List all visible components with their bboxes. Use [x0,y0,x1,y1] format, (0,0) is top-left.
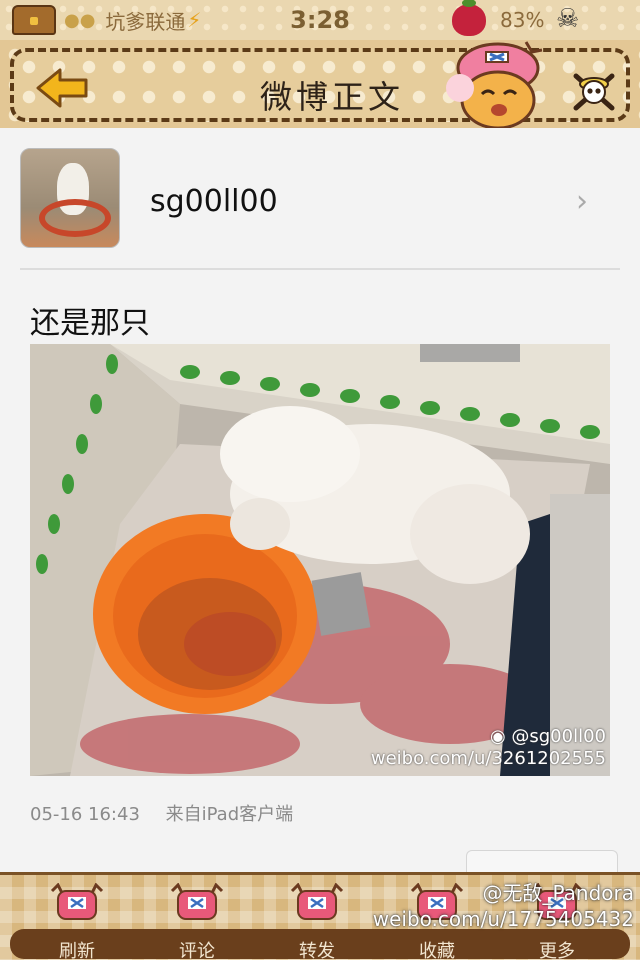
nav-frame: 微博正文 [10,41,630,130]
tab-repost[interactable]: 转发 [267,883,367,960]
page-title: 微博正文 [259,78,404,116]
chopper-hat-icon [170,883,224,920]
chopper-mascot-icon [442,38,546,132]
post-timestamp: 05-16 16:43 [30,804,140,825]
screenshot-watermark: @无敌_Pandora weibo.com/u/1775405432 [373,880,634,932]
tab-label: 转发 [299,941,335,960]
user-avatar[interactable] [20,148,120,248]
battery-percentage: 83% [500,8,545,32]
post-detail: sg00ll00 › 还是那只 ◉ @sg00ll00 weibo.com/u/… [0,128,640,880]
treasure-chest-icon [12,5,56,35]
tab-label: 收藏 [419,941,455,960]
tab-label: 更多 [539,941,575,960]
lightning-icon: ⚡ [187,8,202,32]
screenshot-watermark-url: weibo.com/u/1775405432 [372,907,634,931]
skull-battery-icon: ☠ [556,4,580,34]
photo-watermark-user: @sg00ll00 [371,726,606,748]
photo-watermark-url: weibo.com/u/3261202555 [370,748,606,769]
photo-watermark: @sg00ll00 weibo.com/u/3261202555 [371,726,606,770]
post-username[interactable]: sg00ll00 [150,184,278,219]
photo-rabbit-in-basin [30,344,610,776]
chopper-hat-icon [290,883,344,920]
coins-icon: ●● [64,9,96,31]
screenshot-watermark-user: @无敌_Pandora [482,881,634,905]
chopper-hat-icon [50,883,104,920]
chevron-right-icon[interactable]: › [576,184,588,219]
navigation-bar: 微博正文 [0,40,640,130]
tab-label: 评论 [179,941,215,960]
post-photo[interactable]: @sg00ll00 weibo.com/u/3261202555 [30,344,610,776]
skull-menu-button[interactable] [572,70,616,112]
post-text: 还是那只 [30,306,150,341]
tab-comment[interactable]: 评论 [147,883,247,960]
tab-refresh[interactable]: 刷新 [27,883,127,960]
raspberry-icon [452,0,486,36]
skull-crossbones-icon [573,73,615,111]
status-bar: ●● 坑爹联通 ⚡ 3:28 83% ☠ [0,0,640,40]
post-meta: 05-16 16:43 来自iPad客户端 [30,800,293,826]
tab-label: 刷新 [59,941,95,960]
carrier-name: 坑爹联通 [105,9,186,34]
post-source: 来自iPad客户端 [165,804,294,825]
divider [20,268,620,270]
